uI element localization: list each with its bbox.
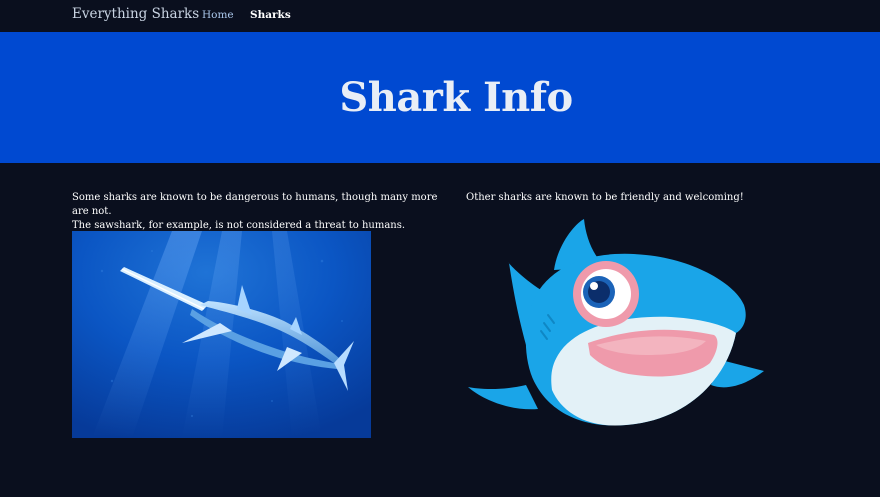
brand-link[interactable]: Everything Sharks xyxy=(72,6,199,22)
friendly-cartoon-shark xyxy=(468,219,764,426)
sawshark-photo xyxy=(72,231,371,438)
top-navbar: Everything Sharks Home Sharks xyxy=(0,0,880,31)
sawshark-description-line2: The sawshark, for example, is not consid… xyxy=(72,220,406,231)
hero-banner: Shark Info xyxy=(0,32,880,163)
sawshark-description: Some sharks are known to be dangerous to… xyxy=(72,191,452,233)
sawshark-description-line1: Some sharks are known to be dangerous to… xyxy=(72,192,438,217)
friendly-shark-description: Other sharks are known to be friendly an… xyxy=(466,192,744,203)
page-title: Shark Info xyxy=(339,74,573,121)
nav-link-sharks[interactable]: Sharks xyxy=(250,9,291,21)
nav-link-home[interactable]: Home xyxy=(202,9,234,21)
